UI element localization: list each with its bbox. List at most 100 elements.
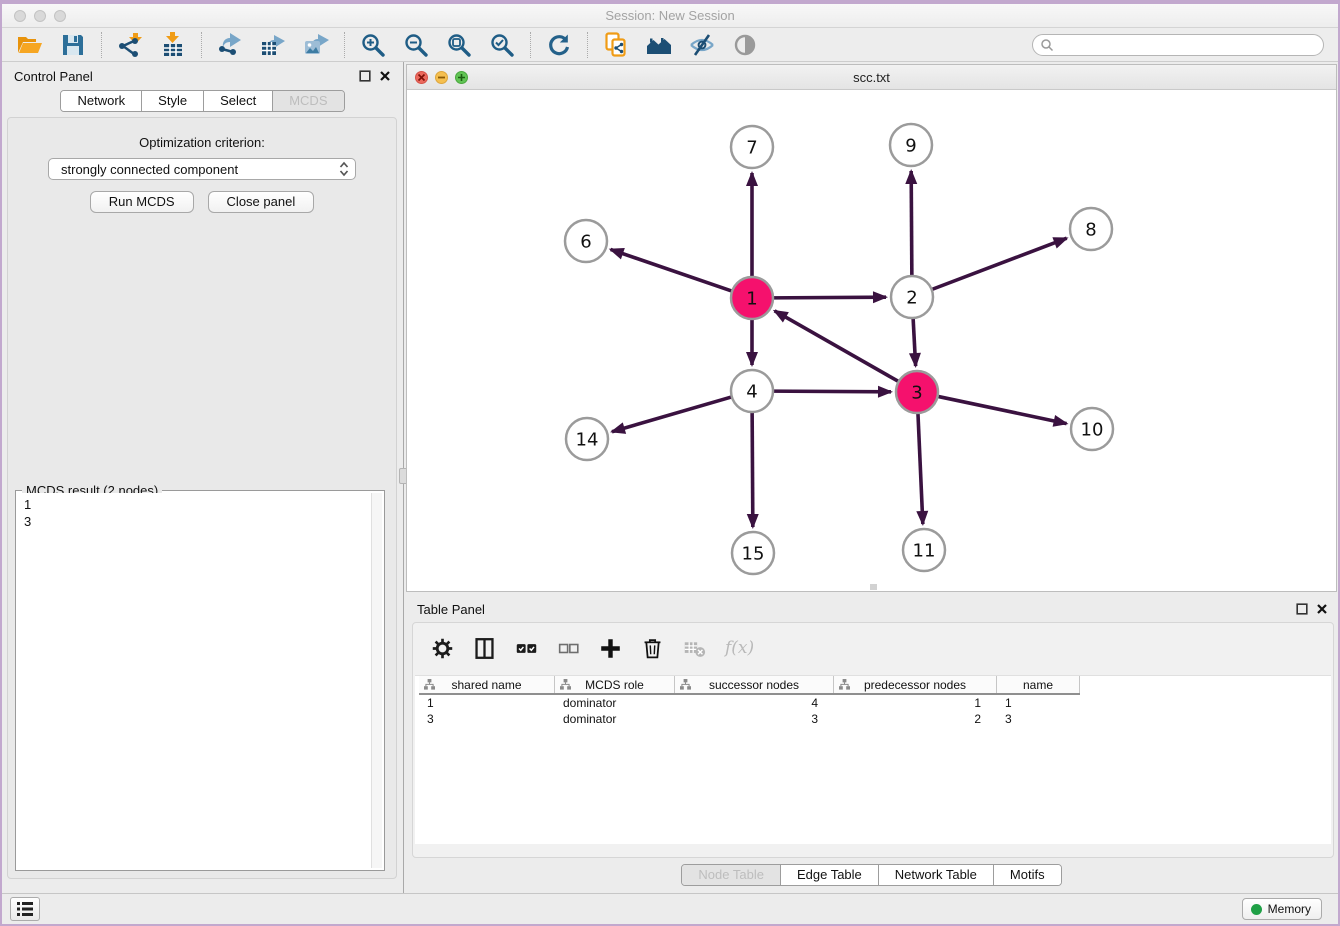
- memory-label: Memory: [1268, 902, 1311, 916]
- graph-node-6[interactable]: 6: [565, 220, 607, 262]
- settings-gear-icon[interactable]: [431, 637, 454, 660]
- cell-predecessor-nodes[interactable]: 1: [834, 695, 997, 711]
- graph-edge-1-2[interactable]: [771, 297, 886, 298]
- graph-node-7[interactable]: 7: [731, 126, 773, 168]
- graph-node-2[interactable]: 2: [891, 276, 933, 318]
- mcds-result-text[interactable]: 13: [18, 493, 370, 868]
- hide-selected-icon[interactable]: [689, 32, 715, 58]
- graph-node-9[interactable]: 9: [890, 124, 932, 166]
- cell-name[interactable]: 3: [997, 711, 1080, 727]
- graph-edge-3-10[interactable]: [936, 396, 1067, 424]
- column-header-successor-nodes[interactable]: successor nodes: [675, 676, 834, 693]
- search-field[interactable]: [1032, 34, 1324, 56]
- clone-network-icon[interactable]: [603, 32, 629, 58]
- open-session-icon[interactable]: [17, 32, 43, 58]
- mcds-result-line: 1: [24, 496, 368, 513]
- cell-MCDS-role[interactable]: dominator: [555, 711, 675, 727]
- column-header-name[interactable]: name: [997, 676, 1080, 693]
- graph-edge-4-14[interactable]: [612, 396, 734, 431]
- criterion-value: strongly connected component: [61, 162, 339, 177]
- cell-name[interactable]: 1: [997, 695, 1080, 711]
- save-session-icon[interactable]: [60, 32, 86, 58]
- zoom-selected-icon[interactable]: [489, 32, 515, 58]
- graph-node-11[interactable]: 11: [903, 529, 945, 571]
- window-title: Session: New Session: [2, 8, 1338, 23]
- memory-button[interactable]: Memory: [1242, 898, 1322, 920]
- graph-node-15[interactable]: 15: [732, 532, 774, 574]
- mcds-result-group: MCDS result (2 nodes) 13: [15, 490, 385, 871]
- graph-node-1[interactable]: 1: [731, 277, 773, 319]
- graph-node-10[interactable]: 10: [1071, 408, 1113, 450]
- apply-layout-icon[interactable]: [546, 32, 572, 58]
- status-bar: Memory: [2, 893, 1338, 924]
- column-header-predecessor-nodes[interactable]: predecessor nodes: [834, 676, 997, 693]
- network-window-titlebar[interactable]: scc.txt: [407, 65, 1336, 90]
- criterion-dropdown[interactable]: strongly connected component: [48, 158, 356, 180]
- table-panel-title: Table Panel: [417, 602, 485, 617]
- table-panel: f(x) shared nameMCDS rolesuccessor nodes…: [412, 622, 1334, 858]
- tab-motifs[interactable]: Motifs: [993, 865, 1061, 885]
- cell-shared-name[interactable]: 1: [419, 695, 555, 711]
- cell-shared-name[interactable]: 3: [419, 711, 555, 727]
- result-scrollbar[interactable]: [371, 493, 382, 868]
- cell-successor-nodes[interactable]: 4: [675, 695, 834, 711]
- run-mcds-button[interactable]: Run MCDS: [90, 191, 194, 213]
- svg-text:11: 11: [913, 540, 936, 561]
- task-history-button[interactable]: [10, 897, 40, 921]
- tab-network[interactable]: Network: [61, 91, 141, 111]
- graph-node-4[interactable]: 4: [731, 370, 773, 412]
- control-panel: Control Panel NetworkStyleSelectMCDS Opt…: [2, 62, 404, 893]
- graph-edge-2-9[interactable]: [911, 171, 912, 278]
- tab-style[interactable]: Style: [141, 91, 203, 111]
- show-all-icon[interactable]: [732, 32, 758, 58]
- canvas-resize-nub[interactable]: [870, 584, 877, 590]
- column-header-shared-name[interactable]: shared name: [419, 676, 555, 693]
- close-table-panel-icon[interactable]: [1316, 603, 1328, 615]
- float-table-panel-icon[interactable]: [1296, 603, 1308, 615]
- graph-edge-2-8[interactable]: [930, 238, 1067, 290]
- zoom-out-icon[interactable]: [403, 32, 429, 58]
- zoom-fit-icon[interactable]: [446, 32, 472, 58]
- graph-edge-4-15[interactable]: [752, 410, 753, 527]
- graph-edge-3-1[interactable]: [775, 311, 901, 383]
- graph-node-14[interactable]: 14: [566, 418, 608, 460]
- graph-edge-2-3[interactable]: [913, 316, 916, 366]
- titlebar: Session: New Session: [2, 4, 1338, 28]
- cell-MCDS-role[interactable]: dominator: [555, 695, 675, 711]
- tab-mcds[interactable]: MCDS: [272, 91, 343, 111]
- float-panel-icon[interactable]: [359, 70, 371, 82]
- graph-edge-4-3[interactable]: [771, 391, 891, 392]
- insert-column-icon[interactable]: [473, 637, 496, 660]
- import-network-icon[interactable]: [117, 32, 143, 58]
- delete-column-icon[interactable]: [641, 637, 664, 660]
- graph-edge-3-11[interactable]: [918, 411, 923, 524]
- tab-network-table[interactable]: Network Table: [878, 865, 993, 885]
- svg-text:3: 3: [911, 382, 922, 403]
- cell-successor-nodes[interactable]: 3: [675, 711, 834, 727]
- column-header-MCDS-role[interactable]: MCDS role: [555, 676, 675, 693]
- zoom-in-icon[interactable]: [360, 32, 386, 58]
- close-panel-icon[interactable]: [379, 70, 391, 82]
- export-image-icon[interactable]: [303, 32, 329, 58]
- cell-predecessor-nodes[interactable]: 2: [834, 711, 997, 727]
- graph-node-3[interactable]: 3: [896, 371, 938, 413]
- svg-text:9: 9: [905, 135, 916, 156]
- graph-node-8[interactable]: 8: [1070, 208, 1112, 250]
- graph-edge-1-6[interactable]: [611, 249, 734, 291]
- close-panel-button[interactable]: Close panel: [208, 191, 315, 213]
- search-input[interactable]: [1054, 36, 1323, 54]
- network-canvas[interactable]: 7 9 6 8 1 2 4 3 14 10 15 11: [407, 90, 1336, 591]
- delete-table-icon[interactable]: [683, 637, 706, 660]
- tab-node-table[interactable]: Node Table: [682, 865, 780, 885]
- import-table-icon[interactable]: [160, 32, 186, 58]
- export-table-icon[interactable]: [260, 32, 286, 58]
- export-network-icon[interactable]: [217, 32, 243, 58]
- tab-select[interactable]: Select: [203, 91, 272, 111]
- table-row[interactable]: 3dominator323: [419, 711, 1080, 727]
- show-columns-icon[interactable]: [515, 637, 538, 660]
- hide-columns-icon[interactable]: [557, 637, 580, 660]
- table-row[interactable]: 1dominator411: [419, 695, 1080, 711]
- home-icon[interactable]: [646, 32, 672, 58]
- create-column-icon[interactable]: [599, 637, 622, 660]
- tab-edge-table[interactable]: Edge Table: [780, 865, 878, 885]
